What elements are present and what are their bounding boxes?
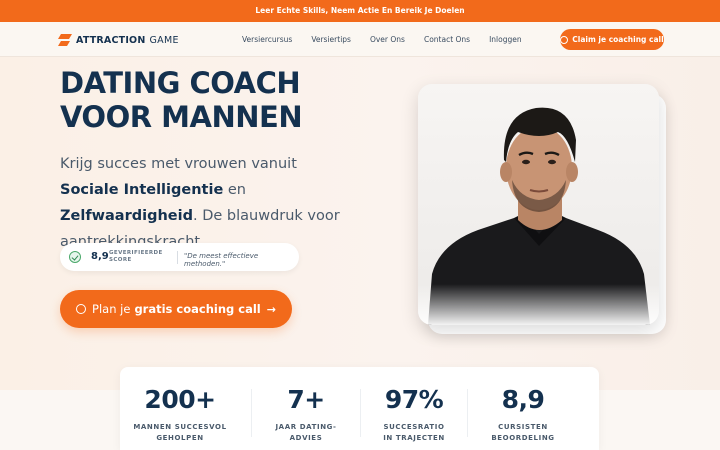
nav-link-versiertips[interactable]: Versiertips bbox=[311, 35, 351, 44]
stat-label: MANNEN SUCCESVOL GEHOLPEN bbox=[130, 422, 230, 444]
announcement-bar: Leer Echte Skills, Neem Actie En Bereik … bbox=[0, 0, 720, 22]
stat-label-line-2: ADVIES bbox=[289, 434, 323, 442]
stat-label: JAAR DATING- ADVIES bbox=[256, 422, 356, 444]
cta-label-bold: gratis coaching call bbox=[134, 302, 261, 316]
hero-lead-part-1: Krijg succes met vrouwen vanuit bbox=[60, 156, 297, 172]
coach-portrait bbox=[418, 84, 659, 325]
stat-value: 8,9 bbox=[501, 385, 545, 414]
top-navigation: ATTRACTION GAME Versiercursus Versiertip… bbox=[0, 22, 720, 57]
announcement-text: Leer Echte Skills, Neem Actie En Bereik … bbox=[255, 6, 465, 15]
score-divider bbox=[177, 251, 178, 264]
logo-mark-icon bbox=[58, 34, 72, 46]
stat-years-advice: 7+ JAAR DATING- ADVIES bbox=[256, 367, 356, 450]
stat-success-ratio: 97% SUCCESRATIO IN TRAJECTEN bbox=[364, 367, 464, 450]
cta-label-pre: Plan je bbox=[92, 302, 131, 316]
stat-label: SUCCESRATIO IN TRAJECTEN bbox=[364, 422, 464, 444]
coach-portrait-illustration bbox=[418, 84, 659, 325]
chat-bubble-icon bbox=[76, 304, 87, 314]
hero-lead-part-2: en bbox=[223, 182, 247, 198]
stat-divider bbox=[467, 389, 468, 437]
stat-label-line-1: CURSISTEN bbox=[498, 423, 548, 431]
chat-bubble-icon bbox=[560, 35, 569, 44]
logo-text-primary: ATTRACTION bbox=[76, 34, 146, 46]
logo-text-secondary: GAME bbox=[149, 34, 179, 46]
hero-title: DATING COACH VOOR MANNEN bbox=[60, 66, 380, 134]
stat-label-line-1: JAAR DATING- bbox=[275, 423, 337, 431]
hero-lead-bold-2: Zelfwaardigheid bbox=[60, 208, 193, 224]
nav-link-versiercursus[interactable]: Versiercursus bbox=[242, 35, 292, 44]
score-value: 8,9 bbox=[91, 251, 109, 262]
stat-clients-helped: 200+ MANNEN SUCCESVOL GEHOLPEN bbox=[130, 367, 230, 450]
nav-links: Versiercursus Versiertips Over Ons Conta… bbox=[242, 22, 541, 57]
hero-lead-bold-1: Sociale Intelligentie bbox=[60, 182, 224, 198]
check-circle-icon bbox=[69, 251, 81, 263]
stat-value: 97% bbox=[384, 385, 444, 414]
hero-title-line-1: DATING COACH bbox=[60, 66, 301, 100]
stats-panel: 200+ MANNEN SUCCESVOL GEHOLPEN 7+ JAAR D… bbox=[120, 367, 599, 450]
nav-link-inloggen[interactable]: Inloggen bbox=[489, 35, 522, 44]
arrow-right-icon: → bbox=[266, 302, 276, 316]
claim-coaching-call-label: Claim je coaching call bbox=[572, 35, 664, 44]
stat-value: 200+ bbox=[144, 385, 216, 414]
stat-label-line-2: IN TRAJECTEN bbox=[383, 434, 445, 442]
stat-label-line-1: MANNEN SUCCESVOL bbox=[133, 423, 227, 431]
stat-label: CURSISTEN BEOORDELING bbox=[473, 422, 573, 444]
stat-value: 7+ bbox=[287, 385, 325, 414]
stat-label-line-1: SUCCESRATIO bbox=[383, 423, 445, 431]
stat-divider bbox=[251, 389, 252, 437]
nav-link-contact-ons[interactable]: Contact Ons bbox=[424, 35, 470, 44]
verified-score-badge: 8,9 GEVERIFIEERDE SCORE "De meest effect… bbox=[60, 243, 299, 271]
plan-coaching-call-button[interactable]: Plan je gratis coaching call → bbox=[60, 290, 292, 328]
hero-lead: Krijg succes met vrouwen vanuit Sociale … bbox=[60, 151, 350, 255]
stat-label-line-2: GEHOLPEN bbox=[156, 434, 204, 442]
score-quote: "De meest effectieve methoden." bbox=[184, 252, 259, 268]
stat-student-rating: 8,9 CURSISTEN BEOORDELING bbox=[473, 367, 573, 450]
logo[interactable]: ATTRACTION GAME bbox=[58, 33, 179, 47]
claim-coaching-call-button[interactable]: Claim je coaching call bbox=[560, 29, 664, 50]
score-label: GEVERIFIEERDE SCORE bbox=[109, 250, 163, 263]
stat-label-line-2: BEOORDELING bbox=[491, 434, 555, 442]
hero-title-line-2: VOOR MANNEN bbox=[60, 100, 303, 134]
nav-link-over-ons[interactable]: Over Ons bbox=[370, 35, 405, 44]
stat-divider bbox=[360, 389, 361, 437]
